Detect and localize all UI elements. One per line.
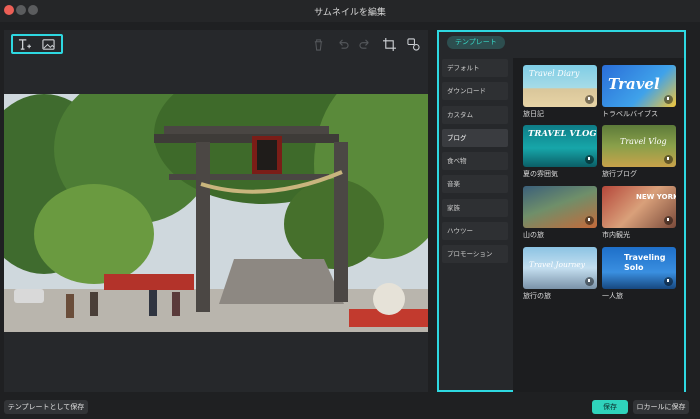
save-local-button[interactable]: ロカールに保存 xyxy=(633,400,689,414)
template-card[interactable]: NEW YORK xyxy=(602,186,676,228)
template-label: 夏の雰囲気 xyxy=(523,170,558,178)
save-as-template-button[interactable]: テンプレートとして保存 xyxy=(4,400,88,414)
download-icon[interactable] xyxy=(585,95,594,104)
category-item-family[interactable]: 家族 xyxy=(442,198,508,217)
template-label: 山の旅 xyxy=(523,231,544,239)
image-replace-icon[interactable] xyxy=(405,37,421,51)
trash-icon[interactable] xyxy=(310,37,326,51)
category-list: デフォルト ダウンロード カスタム ブログ 食べ物 音楽 家族 ハウツー プロモ… xyxy=(442,59,508,269)
undo-icon[interactable] xyxy=(334,37,350,51)
tab-templates[interactable]: テンプレート xyxy=(447,36,505,49)
add-element-tools xyxy=(11,34,63,54)
download-icon[interactable] xyxy=(585,277,594,286)
window-title: サムネイルを編集 xyxy=(314,8,386,18)
title-bar: サムネイルを編集 xyxy=(0,0,700,22)
image-icon[interactable] xyxy=(40,37,56,51)
template-card[interactable]: TRAVEL VLOG xyxy=(523,125,597,167)
template-label: 旅行の旅 xyxy=(523,292,551,300)
category-item-downloaded[interactable]: ダウンロード xyxy=(442,82,508,101)
category-item-food[interactable]: 食べ物 xyxy=(442,152,508,171)
redo-icon[interactable] xyxy=(357,37,373,51)
thumbnail-canvas[interactable] xyxy=(4,94,428,332)
template-panel: テンプレート デフォルト ダウンロード カスタム ブログ 食べ物 音楽 家族 ハ… xyxy=(437,30,686,392)
template-label: 旅日記 xyxy=(523,110,544,118)
editor-toolbar xyxy=(4,30,428,58)
template-card[interactable]: Travel Vlog xyxy=(602,125,676,167)
download-icon[interactable] xyxy=(664,277,673,286)
download-icon[interactable] xyxy=(585,155,594,164)
category-item-music[interactable]: 音楽 xyxy=(442,175,508,194)
template-label: 市内観光 xyxy=(602,231,630,239)
template-card[interactable] xyxy=(523,186,597,228)
template-label: 旅行ブログ xyxy=(602,170,637,178)
category-item-custom[interactable]: カスタム xyxy=(442,105,508,124)
template-grid: Travel Diary 旅日記 Travel トラベルバイブス TRAVEL … xyxy=(513,58,684,392)
category-item-default[interactable]: デフォルト xyxy=(442,59,508,77)
save-button[interactable]: 保存 xyxy=(592,400,628,414)
crop-icon[interactable] xyxy=(381,37,397,51)
download-icon[interactable] xyxy=(664,155,673,164)
template-card[interactable]: Traveling Solo xyxy=(602,247,676,289)
template-card[interactable]: Travel Journey xyxy=(523,247,597,289)
shrine-photo xyxy=(4,94,428,332)
text-add-icon[interactable] xyxy=(16,37,32,51)
download-icon[interactable] xyxy=(585,216,594,225)
editor-panel xyxy=(4,30,428,392)
category-item-blog[interactable]: ブログ xyxy=(442,128,508,147)
category-item-promotion[interactable]: プロモーション xyxy=(442,245,508,264)
template-label: 一人旅 xyxy=(602,292,623,300)
template-card[interactable]: Travel Diary xyxy=(523,65,597,107)
template-card[interactable]: Travel xyxy=(602,65,676,107)
download-icon[interactable] xyxy=(664,216,673,225)
template-label: トラベルバイブス xyxy=(602,110,658,118)
category-item-howto[interactable]: ハウツー xyxy=(442,222,508,241)
download-icon[interactable] xyxy=(664,95,673,104)
